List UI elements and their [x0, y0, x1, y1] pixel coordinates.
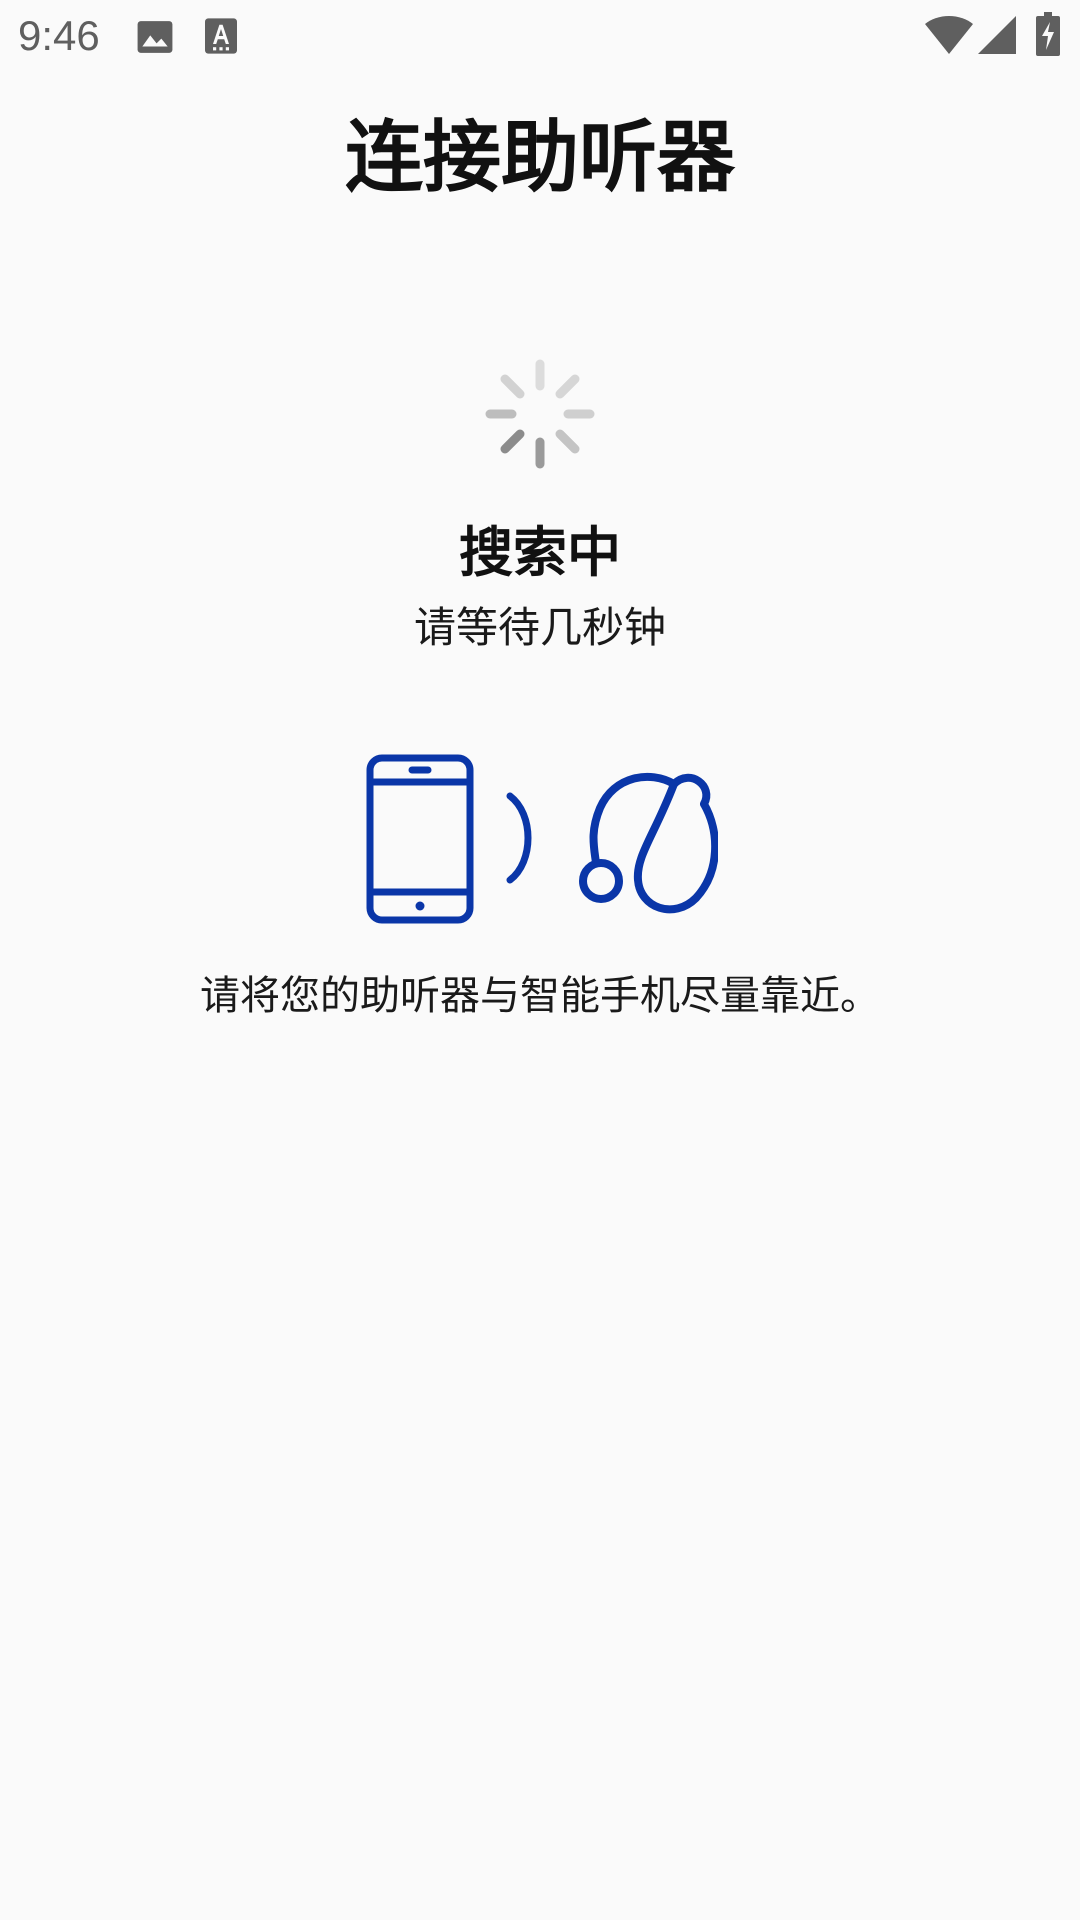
hearing-aid-icon — [579, 772, 718, 914]
page-title: 连接助听器 — [344, 113, 735, 203]
pairing-illustration — [366, 754, 718, 924]
status-bar: 9:46 — [0, 0, 1080, 72]
image-icon — [137, 21, 173, 53]
cell-signal-icon — [978, 16, 1016, 54]
font-download-icon — [205, 18, 237, 54]
status-time: 9:46 — [18, 12, 100, 59]
phone-home-button — [415, 901, 425, 911]
wifi-icon — [925, 16, 973, 54]
battery-charging-icon — [1036, 12, 1060, 56]
screen: 9:46 连接助听器 搜索中 请等待几秒钟 请将您的助听器与智能手机尽量靠近。 — [0, 0, 1080, 1920]
wireless-signal-icon — [506, 792, 532, 884]
smartphone-icon — [366, 754, 474, 924]
loading-spinner-icon — [485, 359, 595, 469]
search-subtitle: 请等待几秒钟 — [413, 603, 666, 652]
instruction-text: 请将您的助听器与智能手机尽量靠近。 — [200, 973, 880, 1019]
search-status: 搜索中 — [459, 521, 621, 584]
